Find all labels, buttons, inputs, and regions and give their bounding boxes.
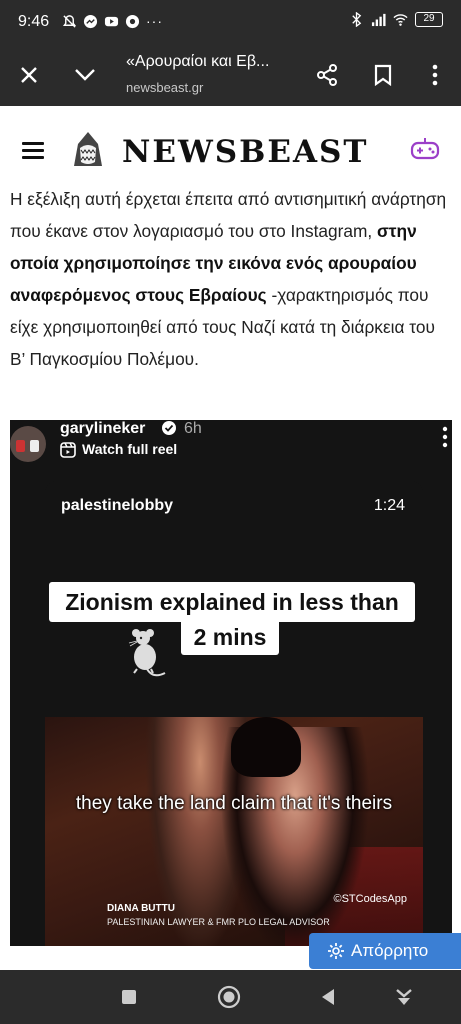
reel-video[interactable]: palestinelobby 1:24 Zionism explained in… — [45, 481, 423, 946]
signal-icon — [371, 13, 386, 27]
lower-third-title: PALESTINIAN LAWYER & FMR PLO LEGAL ADVIS… — [107, 917, 330, 927]
gamepad-icon[interactable] — [410, 136, 440, 162]
reel-duration: 1:24 — [373, 497, 405, 514]
status-bar: 9:46 ··· 29 — [0, 0, 461, 44]
gear-icon — [328, 943, 344, 959]
video-subtitle: they take the land claim that it's their… — [75, 793, 393, 814]
back-triangle-icon — [322, 989, 334, 1005]
recents-button[interactable] — [115, 983, 143, 1011]
privacy-label: Απόρρητο — [351, 941, 429, 960]
status-time: 9:46 — [18, 13, 50, 30]
close-icon — [21, 67, 37, 83]
collapse-button[interactable] — [70, 60, 100, 90]
lower-third-name: DIANA BUTTU — [107, 903, 175, 914]
more-options-button[interactable] — [420, 60, 450, 90]
reel-username: palestinelobby — [61, 497, 174, 514]
chevron-down-icon — [75, 69, 95, 81]
home-button[interactable] — [215, 983, 243, 1011]
chrome-icon — [125, 14, 140, 28]
caption-line-1: Zionism explained in less than — [49, 582, 415, 622]
wifi-icon — [393, 14, 408, 26]
more-vertical-icon[interactable] — [442, 426, 448, 448]
browser-toolbar: «Αρουραίοι και Εβ... newsbeast.gr — [0, 44, 461, 106]
privacy-button[interactable]: Απόρρητο — [309, 933, 461, 969]
avatar[interactable] — [10, 426, 46, 462]
assistant-button[interactable] — [390, 983, 418, 1011]
mute-bell-icon — [62, 14, 77, 28]
messenger-icon — [83, 14, 98, 28]
caption-line-2: 2 mins — [181, 619, 279, 655]
notification-icons: ··· — [62, 13, 163, 29]
video-credit: ©STCodesApp — [333, 893, 407, 905]
brand-name[interactable]: NEWSBEAST — [122, 134, 369, 170]
share-icon — [317, 64, 337, 86]
instagram-embed[interactable]: garylineker 6h Watch full reel palestine… — [10, 420, 452, 946]
reel-icon — [60, 442, 76, 458]
page-url: newsbeast.gr — [126, 80, 204, 95]
article-paragraph: Η εξέλιξη αυτή έρχεται έπειτα από αντιση… — [10, 183, 452, 375]
battery-indicator: 29 — [415, 12, 443, 27]
youtube-icon — [104, 16, 119, 26]
bookmark-button[interactable] — [368, 60, 398, 90]
menu-icon[interactable] — [22, 142, 44, 159]
video-frame: they take the land claim that it's their… — [45, 717, 423, 946]
more-vertical-icon — [432, 64, 438, 86]
system-nav-bar — [0, 970, 461, 1024]
more-notifications-icon: ··· — [146, 13, 163, 29]
post-time: 6h — [184, 420, 202, 437]
close-tab-button[interactable] — [14, 60, 44, 90]
back-button[interactable] — [314, 983, 342, 1011]
system-status-icons: 29 — [349, 12, 443, 27]
shark-logo[interactable] — [68, 130, 108, 170]
verified-icon — [162, 421, 176, 435]
down-arrow-icon — [396, 989, 412, 1005]
share-button[interactable] — [312, 60, 342, 90]
instagram-username[interactable]: garylineker — [60, 420, 145, 438]
site-header: NEWSBEAST — [0, 106, 461, 186]
square-icon — [122, 990, 136, 1004]
watch-full-reel-link[interactable]: Watch full reel — [82, 441, 177, 457]
page-title: «Αρουραίοι και Εβ... — [126, 53, 270, 70]
rat-icon — [128, 629, 166, 677]
bluetooth-icon — [352, 12, 362, 27]
bookmark-icon — [374, 64, 392, 86]
home-circle-icon — [217, 985, 241, 1009]
